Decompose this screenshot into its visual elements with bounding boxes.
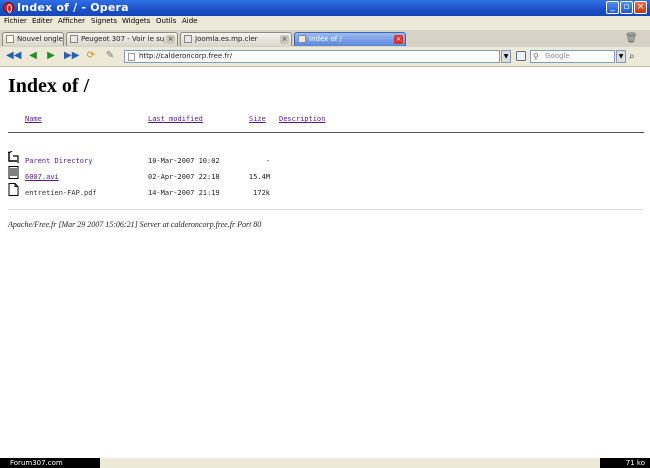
document-icon — [8, 183, 19, 196]
footer-divider — [8, 209, 644, 210]
menu-editer[interactable]: Editer — [32, 17, 53, 25]
file-link-parent-directory[interactable]: Parent Directory — [25, 157, 92, 165]
reload-icon[interactable]: ⟳ — [84, 50, 98, 62]
forward-icon[interactable]: ▶ — [44, 50, 58, 62]
file-size: 15.4M — [248, 173, 270, 181]
status-bar: Forum307.com 71 ko — [0, 458, 650, 468]
site-favicon-icon — [298, 35, 306, 43]
page-size-indicator: 71 ko — [600, 458, 650, 468]
search-dropdown-icon[interactable]: ▼ — [616, 50, 626, 63]
window-titlebar: Index of / - Opera _ ▫ × — [0, 0, 650, 16]
trash-icon[interactable]: 🗑 — [625, 33, 638, 44]
menu-signets[interactable]: Signets — [91, 17, 117, 25]
compressed-file-icon — [8, 166, 19, 179]
edit-pen-icon[interactable]: ✎ — [103, 50, 117, 62]
menu-afficher[interactable]: Afficher — [58, 17, 85, 25]
tab-nouvel-onglet[interactable]: Nouvel onglet — [2, 32, 64, 46]
opera-logo-icon — [3, 2, 14, 13]
menu-fichier[interactable]: Fichier — [4, 17, 27, 25]
file-modified: 10-Mar-2007 10:02 — [148, 157, 220, 165]
file-modified: 02-Apr-2007 22:18 — [148, 173, 220, 181]
minimize-button[interactable]: _ — [606, 1, 619, 14]
file-link-pdf[interactable]: entretien-FAP.pdf — [25, 189, 97, 197]
tab-bar: Nouvel onglet Peugeot 307 - Voir le suj.… — [0, 30, 650, 48]
go-icon[interactable] — [516, 51, 526, 61]
close-tab-icon[interactable]: × — [166, 35, 175, 44]
binoculars-icon[interactable]: ⌕ — [629, 51, 635, 62]
menu-bar: Fichier Editer Afficher Signets Widgets … — [0, 16, 650, 31]
rewind-icon[interactable]: ◀◀ — [6, 50, 21, 62]
site-favicon-icon — [184, 35, 192, 43]
page-content: Index of / Name Last modified Size Descr… — [0, 67, 650, 458]
search-icon: ⚲ — [533, 52, 539, 61]
column-header-description[interactable]: Description — [279, 115, 325, 123]
address-field[interactable]: http://calderoncorp.free.fr/ — [124, 50, 500, 63]
server-signature: Apache/Free.fr [Mar 29 2007 15:06:21] Se… — [8, 220, 262, 229]
tab-index-of[interactable]: Index of / × — [294, 32, 406, 46]
tab-label: Joomla.es.mp.cler — [195, 35, 258, 43]
header-divider — [8, 132, 644, 133]
back-icon[interactable]: ◀ — [26, 50, 40, 62]
address-toolbar: ◀◀ ◀ ▶ ▶▶ ⟳ ✎ http://calderoncorp.free.f… — [0, 47, 650, 67]
column-header-modified[interactable]: Last modified — [148, 115, 203, 123]
close-tab-icon[interactable]: × — [280, 35, 289, 44]
search-field[interactable]: ⚲ Google — [530, 50, 615, 63]
file-size: - — [265, 157, 270, 165]
menu-outils[interactable]: Outils — [156, 17, 176, 25]
column-header-size[interactable]: Size — [249, 115, 266, 123]
file-link-avi[interactable]: 6007.avi — [25, 173, 59, 181]
close-tab-icon[interactable]: × — [394, 35, 403, 44]
tab-joomla[interactable]: Joomla.es.mp.cler × — [180, 32, 292, 46]
fast-forward-icon[interactable]: ▶▶ — [64, 50, 79, 62]
tab-label: Nouvel onglet — [17, 35, 63, 43]
file-modified: 14-Mar-2007 21:19 — [148, 189, 220, 197]
close-window-button[interactable]: × — [634, 1, 647, 14]
page-title: Index of / — [8, 75, 90, 97]
tab-label: Index of / — [309, 35, 342, 43]
search-placeholder: Google — [545, 52, 570, 60]
page-icon — [128, 53, 135, 61]
menu-aide[interactable]: Aide — [182, 17, 197, 25]
maximize-button[interactable]: ▫ — [620, 1, 633, 14]
menu-widgets[interactable]: Widgets — [122, 17, 150, 25]
tab-peugeot[interactable]: Peugeot 307 - Voir le suj... × — [66, 32, 178, 46]
blank-page-icon — [6, 35, 14, 43]
file-size: 172k — [253, 189, 270, 197]
status-text: Forum307.com — [0, 458, 100, 468]
address-dropdown-icon[interactable]: ▼ — [501, 50, 511, 63]
address-url: http://calderoncorp.free.fr/ — [139, 52, 233, 60]
back-arrow-icon — [8, 151, 19, 163]
column-header-name[interactable]: Name — [25, 115, 42, 123]
window-title: Index of / - Opera — [17, 1, 129, 14]
site-favicon-icon — [70, 35, 78, 43]
tab-label: Peugeot 307 - Voir le suj... — [81, 35, 165, 43]
